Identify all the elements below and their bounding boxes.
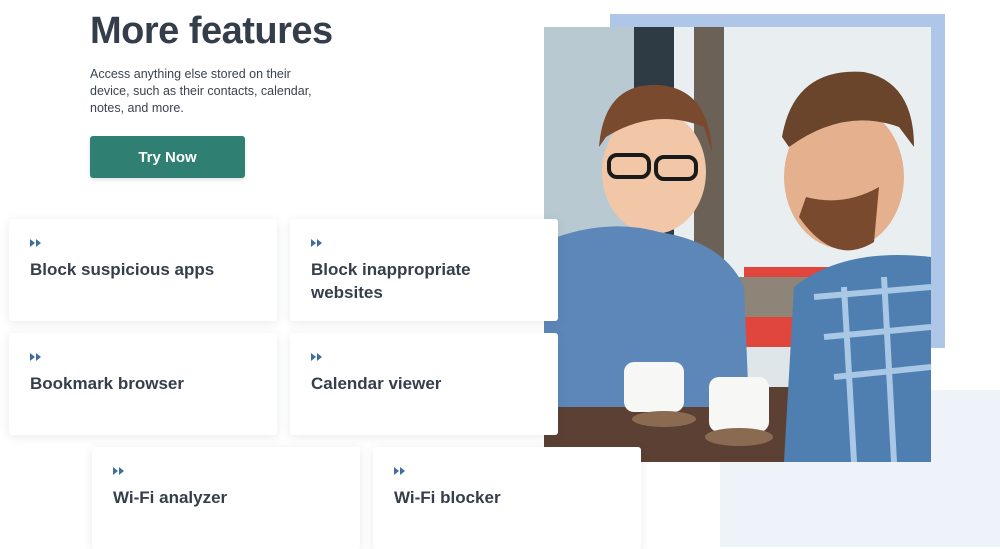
feature-card-label: Wi-Fi analyzer [113, 488, 228, 507]
features-section: More features Access anything else store… [0, 0, 1000, 549]
double-chevron-right-icon [394, 467, 405, 475]
feature-card-label: Wi-Fi blocker [394, 488, 501, 507]
feature-card-wifi-analyzer[interactable]: Wi-Fi analyzer [92, 447, 360, 549]
section-title: More features [90, 10, 333, 52]
feature-card-label: Bookmark browser [30, 374, 184, 393]
double-chevron-right-icon [30, 353, 41, 361]
couple-cafe-photo [544, 27, 931, 462]
feature-card-bookmark-browser[interactable]: Bookmark browser [9, 333, 277, 435]
feature-card-block-inappropriate-websites[interactable]: Block inappropriate websites [290, 219, 558, 321]
feature-card-label: Block inappropriate websites [311, 260, 471, 302]
feature-card-calendar-viewer[interactable]: Calendar viewer [290, 333, 558, 435]
section-description: Access anything else stored on their dev… [90, 67, 312, 115]
double-chevron-right-icon [30, 239, 41, 247]
feature-card-label: Calendar viewer [311, 374, 442, 393]
feature-card-block-suspicious-apps[interactable]: Block suspicious apps [9, 219, 277, 321]
double-chevron-right-icon [113, 467, 124, 475]
double-chevron-right-icon [311, 353, 322, 361]
double-chevron-right-icon [311, 239, 322, 247]
try-now-button[interactable]: Try Now [90, 136, 245, 178]
feature-card-label: Block suspicious apps [30, 260, 215, 279]
feature-card-wifi-blocker[interactable]: Wi-Fi blocker [373, 447, 641, 549]
